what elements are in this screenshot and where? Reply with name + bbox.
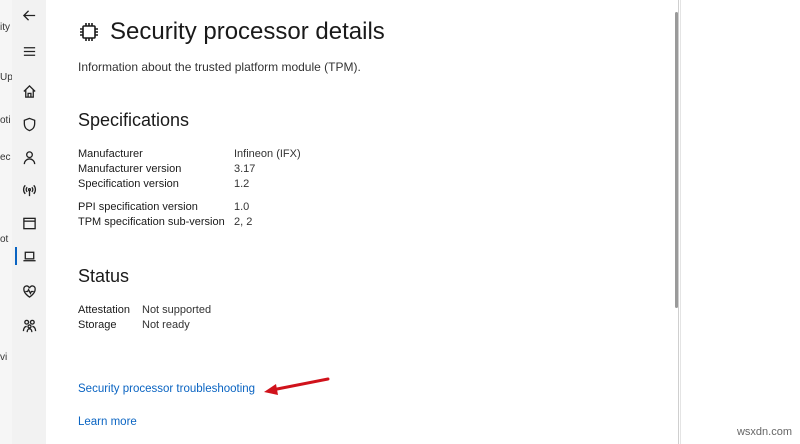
security-processor-troubleshooting-link[interactable]: Security processor troubleshooting — [78, 383, 255, 395]
annotation-arrow — [264, 377, 330, 395]
main-content: Security processor details Information a… — [78, 0, 678, 444]
spec-value: 1.0 — [234, 201, 250, 213]
status-heading: Status — [78, 266, 130, 286]
background-text-fragment: ity — [0, 22, 10, 33]
family-icon — [22, 319, 36, 332]
status-value: Not ready — [142, 319, 190, 331]
nav-item-device-security[interactable] — [12, 242, 46, 270]
nav-item-family-options[interactable] — [12, 311, 46, 339]
background-pane — [680, 0, 800, 444]
background-text-fragment: Up — [0, 72, 13, 83]
heart-pulse-icon — [22, 284, 36, 298]
scrollbar-thumb[interactable] — [675, 12, 678, 308]
laptop-icon — [22, 251, 36, 261]
specifications-heading: Specifications — [78, 110, 190, 130]
status-value: Not supported — [142, 304, 212, 316]
watermark: wsxdn.com — [736, 426, 792, 438]
nav-item-account-protection[interactable] — [12, 143, 46, 171]
hamburger-menu-icon — [23, 46, 35, 56]
spec-value: 3.17 — [234, 163, 256, 175]
status-label: Attestation — [78, 304, 130, 316]
menu-button[interactable] — [12, 37, 46, 65]
background-text-fragment: ot — [0, 234, 9, 245]
background-text-fragment: vi — [0, 352, 8, 363]
nav-item-app-browser-control[interactable] — [12, 209, 46, 237]
home-icon — [22, 84, 36, 98]
learn-more-link[interactable]: Learn more — [78, 416, 137, 428]
browser-window-icon — [22, 217, 36, 229]
spec-label: PPI specification version — [78, 201, 198, 213]
status-label: Storage — [78, 319, 117, 331]
spec-value: 1.2 — [234, 178, 250, 190]
wireless-antenna-icon — [22, 184, 36, 196]
back-button[interactable] — [12, 1, 46, 29]
spec-value: 2, 2 — [234, 216, 253, 228]
background-text-fragment: ec — [0, 152, 11, 163]
windows-security-window: Security processor details Information a… — [12, 0, 679, 444]
nav-item-virus-protection[interactable] — [12, 110, 46, 138]
page-header: Security processor details — [78, 18, 385, 46]
spec-label: Manufacturer — [78, 148, 143, 160]
nav-item-firewall[interactable] — [12, 176, 46, 204]
nav-item-device-health[interactable] — [12, 277, 46, 305]
spec-label: Specification version — [78, 178, 179, 190]
page-title: Security processor details — [110, 18, 385, 45]
processor-chip-icon — [80, 23, 98, 41]
spec-label: TPM specification sub-version — [78, 216, 225, 228]
shield-icon — [23, 117, 35, 131]
nav-item-home[interactable] — [12, 77, 46, 105]
back-arrow-icon — [22, 9, 35, 21]
left-navigation — [12, 0, 46, 444]
page-subtitle: Information about the trusted platform m… — [78, 60, 361, 74]
background-text-fragment: oti — [0, 115, 11, 126]
spec-value: Infineon (IFX) — [234, 148, 301, 160]
spec-label: Manufacturer version — [78, 163, 182, 175]
person-icon — [23, 150, 35, 164]
